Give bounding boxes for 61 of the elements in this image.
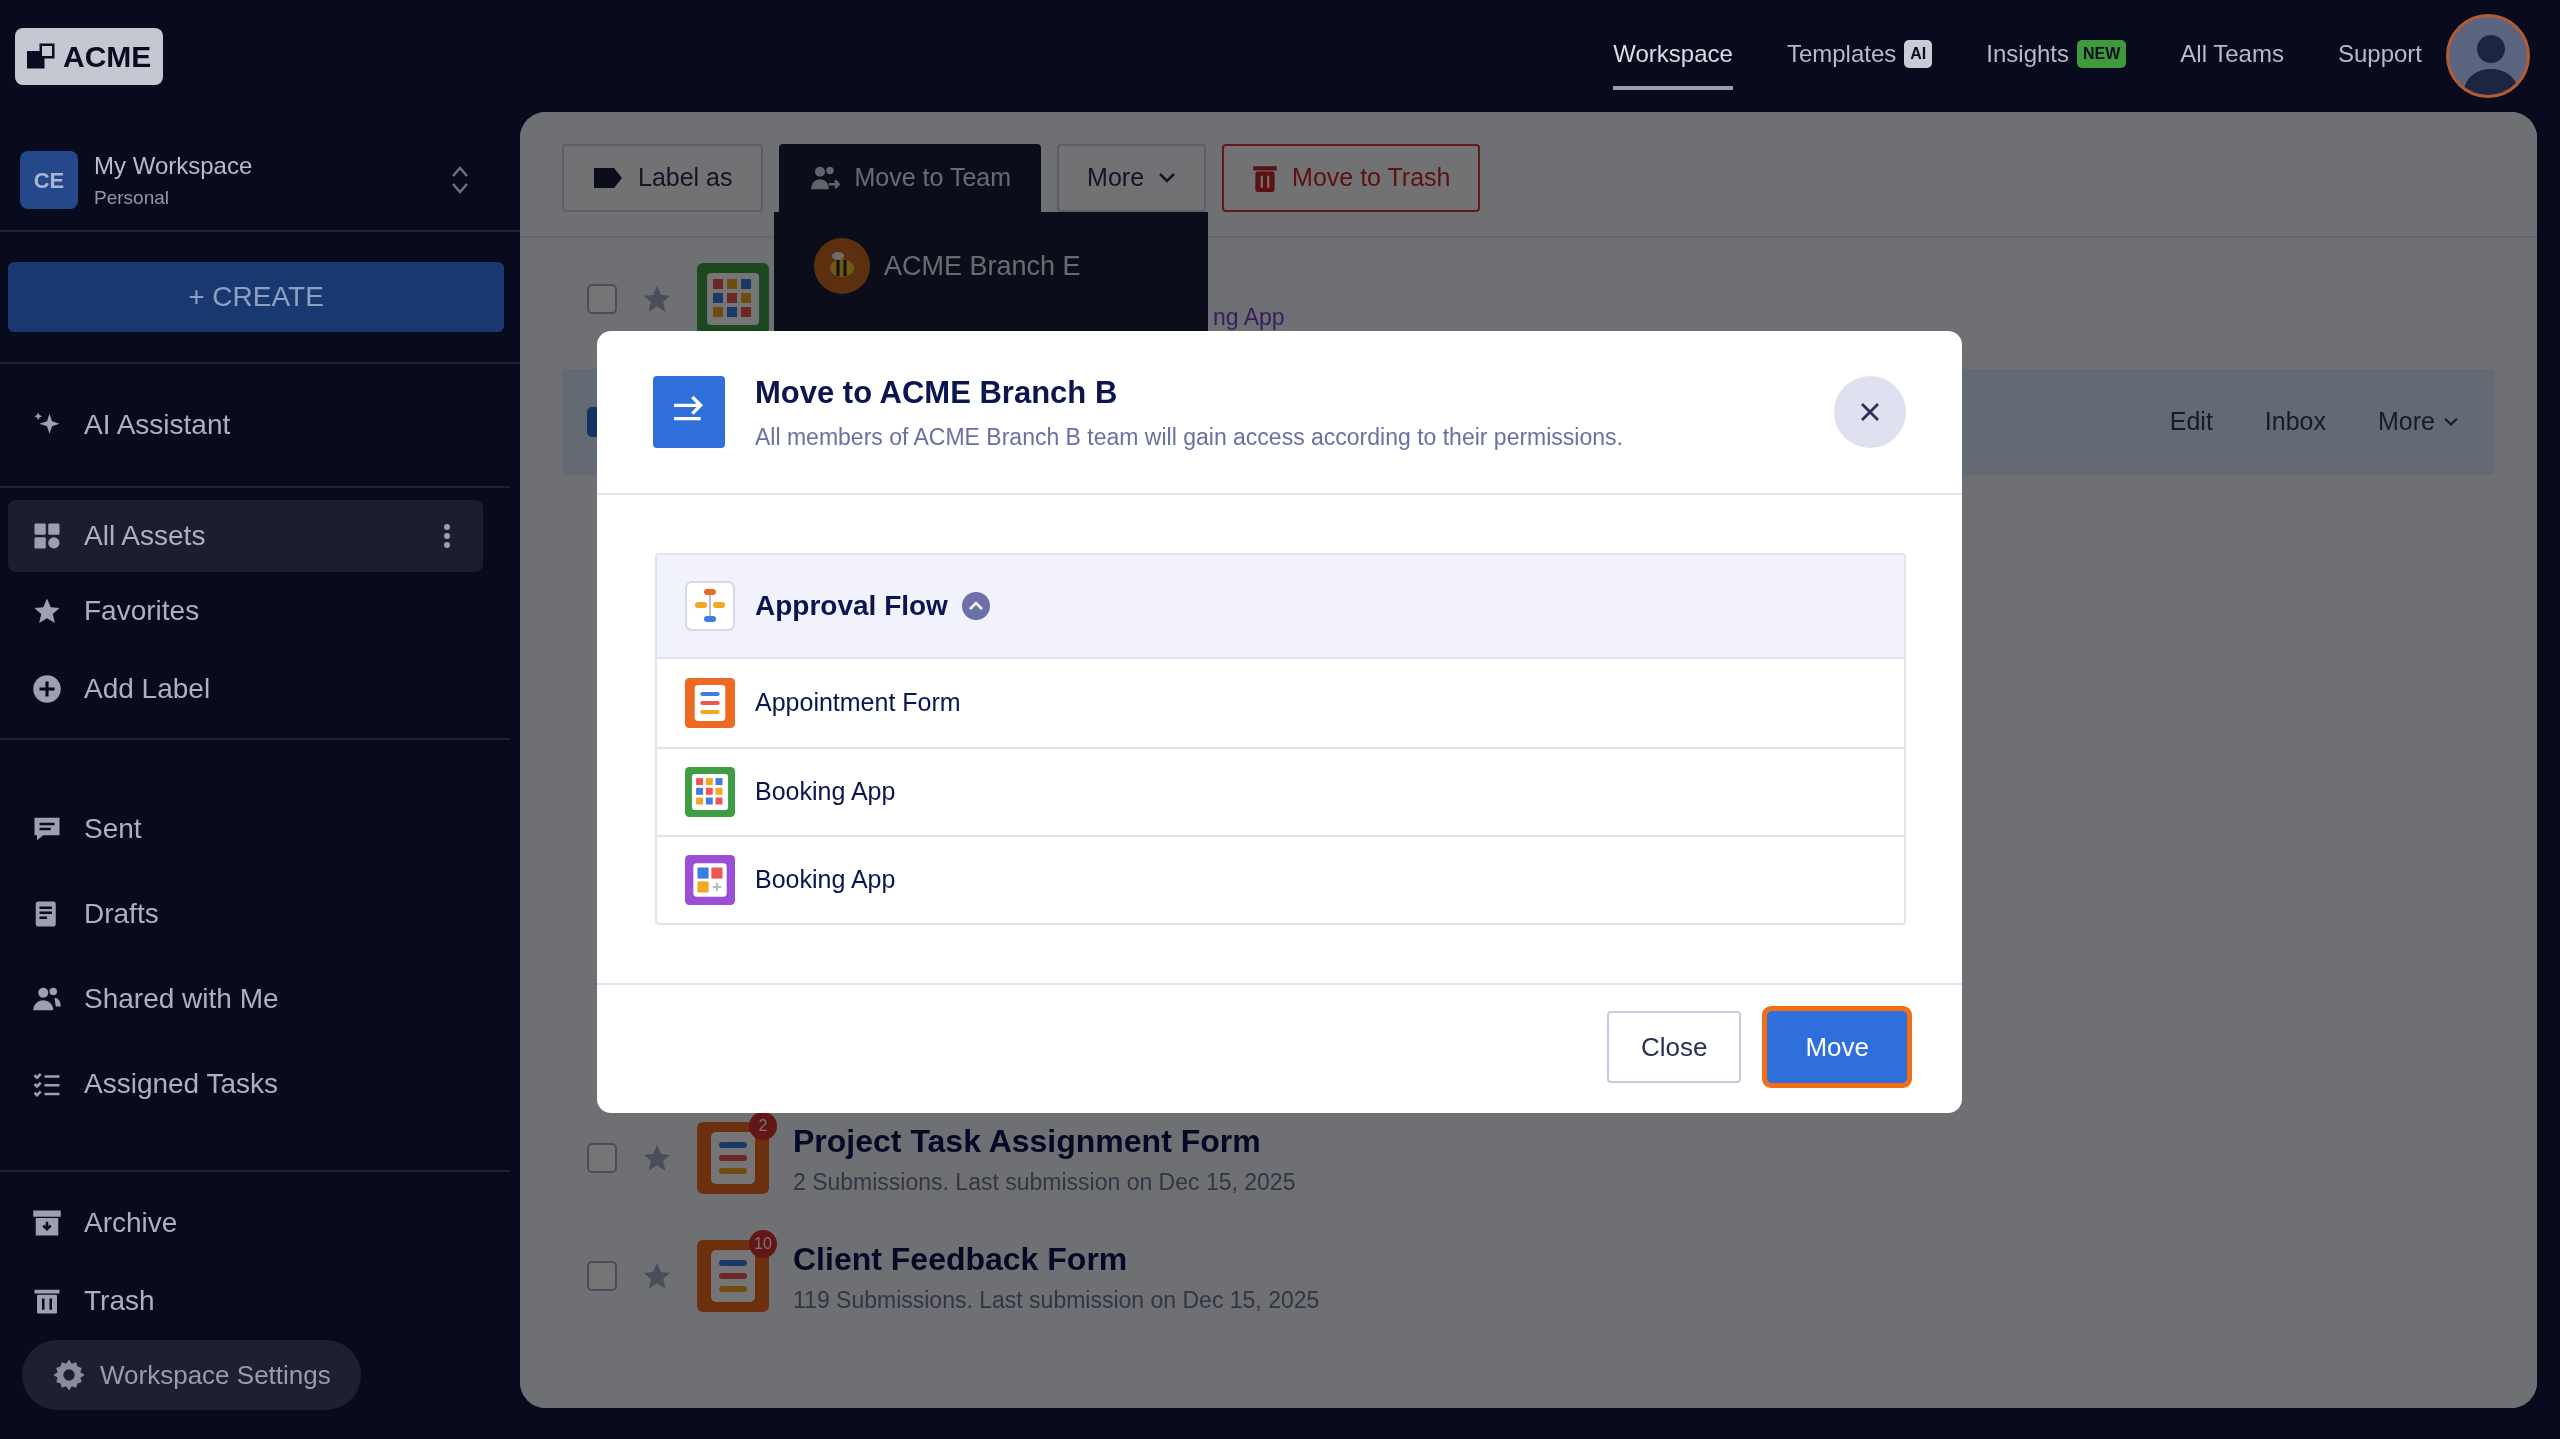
nav-tab[interactable]: All Teams bbox=[2180, 22, 2284, 90]
form-title[interactable]: Project Task Assignment Form bbox=[793, 1116, 1296, 1165]
nav-badge: AI bbox=[1904, 40, 1933, 68]
form-title[interactable]: Client Feedback Form bbox=[793, 1234, 1320, 1283]
sidebar-item[interactable]: Trash bbox=[8, 1262, 483, 1340]
settings-icon bbox=[52, 1358, 86, 1392]
toolbar-button[interactable]: Move to Team bbox=[778, 144, 1042, 212]
row-checkbox[interactable] bbox=[587, 1261, 617, 1291]
plus-circle-icon bbox=[32, 674, 62, 704]
grid-app-icon bbox=[685, 855, 735, 905]
settings-button[interactable]: Workspace Settings bbox=[22, 1340, 361, 1410]
workspace-avatar: CE bbox=[20, 151, 78, 209]
toolbar-button[interactable]: Label as bbox=[562, 144, 763, 212]
caret-icon bbox=[2443, 417, 2459, 427]
kebab-icon bbox=[443, 523, 451, 549]
group-title: Approval Flow bbox=[755, 589, 948, 623]
row-checkbox[interactable] bbox=[587, 284, 617, 314]
logo-text: ACME bbox=[63, 38, 152, 75]
sidebar-item[interactable]: Favorites bbox=[8, 572, 483, 650]
count-badge: 10 bbox=[749, 1230, 777, 1258]
sidebar-item[interactable]: All Assets bbox=[8, 500, 483, 572]
switcher-icon[interactable] bbox=[450, 164, 470, 196]
sidebar-item[interactable]: Assigned Tasks bbox=[8, 1041, 483, 1126]
sidebar-item[interactable]: Shared with Me bbox=[8, 956, 483, 1041]
sidebar-item[interactable]: Archive bbox=[8, 1184, 483, 1262]
nav-badge: NEW bbox=[2077, 40, 2127, 68]
nav-tab[interactable]: Insights NEW bbox=[1986, 22, 2127, 90]
move-icon bbox=[653, 376, 725, 448]
submission-info: 2 Submissions. Last submission on Dec 15, 2025 bbox=[793, 1167, 1296, 1197]
bee-avatar-icon bbox=[814, 238, 870, 294]
caret-icon bbox=[1158, 172, 1177, 184]
dialog-title: Move to ACME Branch B bbox=[755, 373, 1119, 412]
dialog-description: All members of ACME Branch B team will gain access according to their permissions. bbox=[755, 423, 1623, 452]
row-checkbox[interactable] bbox=[587, 1143, 617, 1173]
archive-icon bbox=[32, 1208, 62, 1238]
logo-icon bbox=[27, 41, 57, 71]
nav-tab[interactable]: Templates AI bbox=[1786, 22, 1933, 90]
asset-name: Booking App bbox=[755, 864, 896, 896]
sidebar-item[interactable]: Sent bbox=[8, 786, 483, 871]
sidebar-item[interactable]: AI Assistant bbox=[8, 386, 483, 464]
trash-icon bbox=[1252, 163, 1279, 193]
grid-app-icon bbox=[685, 767, 735, 817]
asset-name: Booking App bbox=[755, 776, 896, 808]
form-icon bbox=[685, 678, 735, 728]
nav-tab[interactable]: Workspace bbox=[1613, 22, 1733, 90]
collapse-icon[interactable] bbox=[961, 592, 990, 620]
team-name[interactable]: ACME Branch E bbox=[884, 245, 1081, 287]
nav-tab[interactable]: Support bbox=[2337, 22, 2422, 90]
flow-icon bbox=[685, 581, 735, 631]
asset-name: Appointment Form bbox=[755, 687, 961, 719]
sidebar-item[interactable]: Drafts bbox=[8, 871, 483, 956]
close-button[interactable]: Close bbox=[1606, 1011, 1742, 1083]
create-button[interactable]: + CREATE bbox=[8, 262, 504, 332]
grid-icon bbox=[32, 521, 62, 551]
toolbar-button[interactable]: More bbox=[1057, 144, 1207, 212]
close-icon bbox=[1859, 401, 1881, 423]
workspace-type: Personal bbox=[94, 185, 170, 210]
submission-info: 119 Submissions. Last submission on Dec 15, 2025 bbox=[793, 1285, 1320, 1315]
tag-icon bbox=[592, 166, 624, 190]
workspace-name: My Workspace bbox=[94, 150, 253, 181]
sidebar-item[interactable]: Add Label bbox=[8, 650, 483, 728]
